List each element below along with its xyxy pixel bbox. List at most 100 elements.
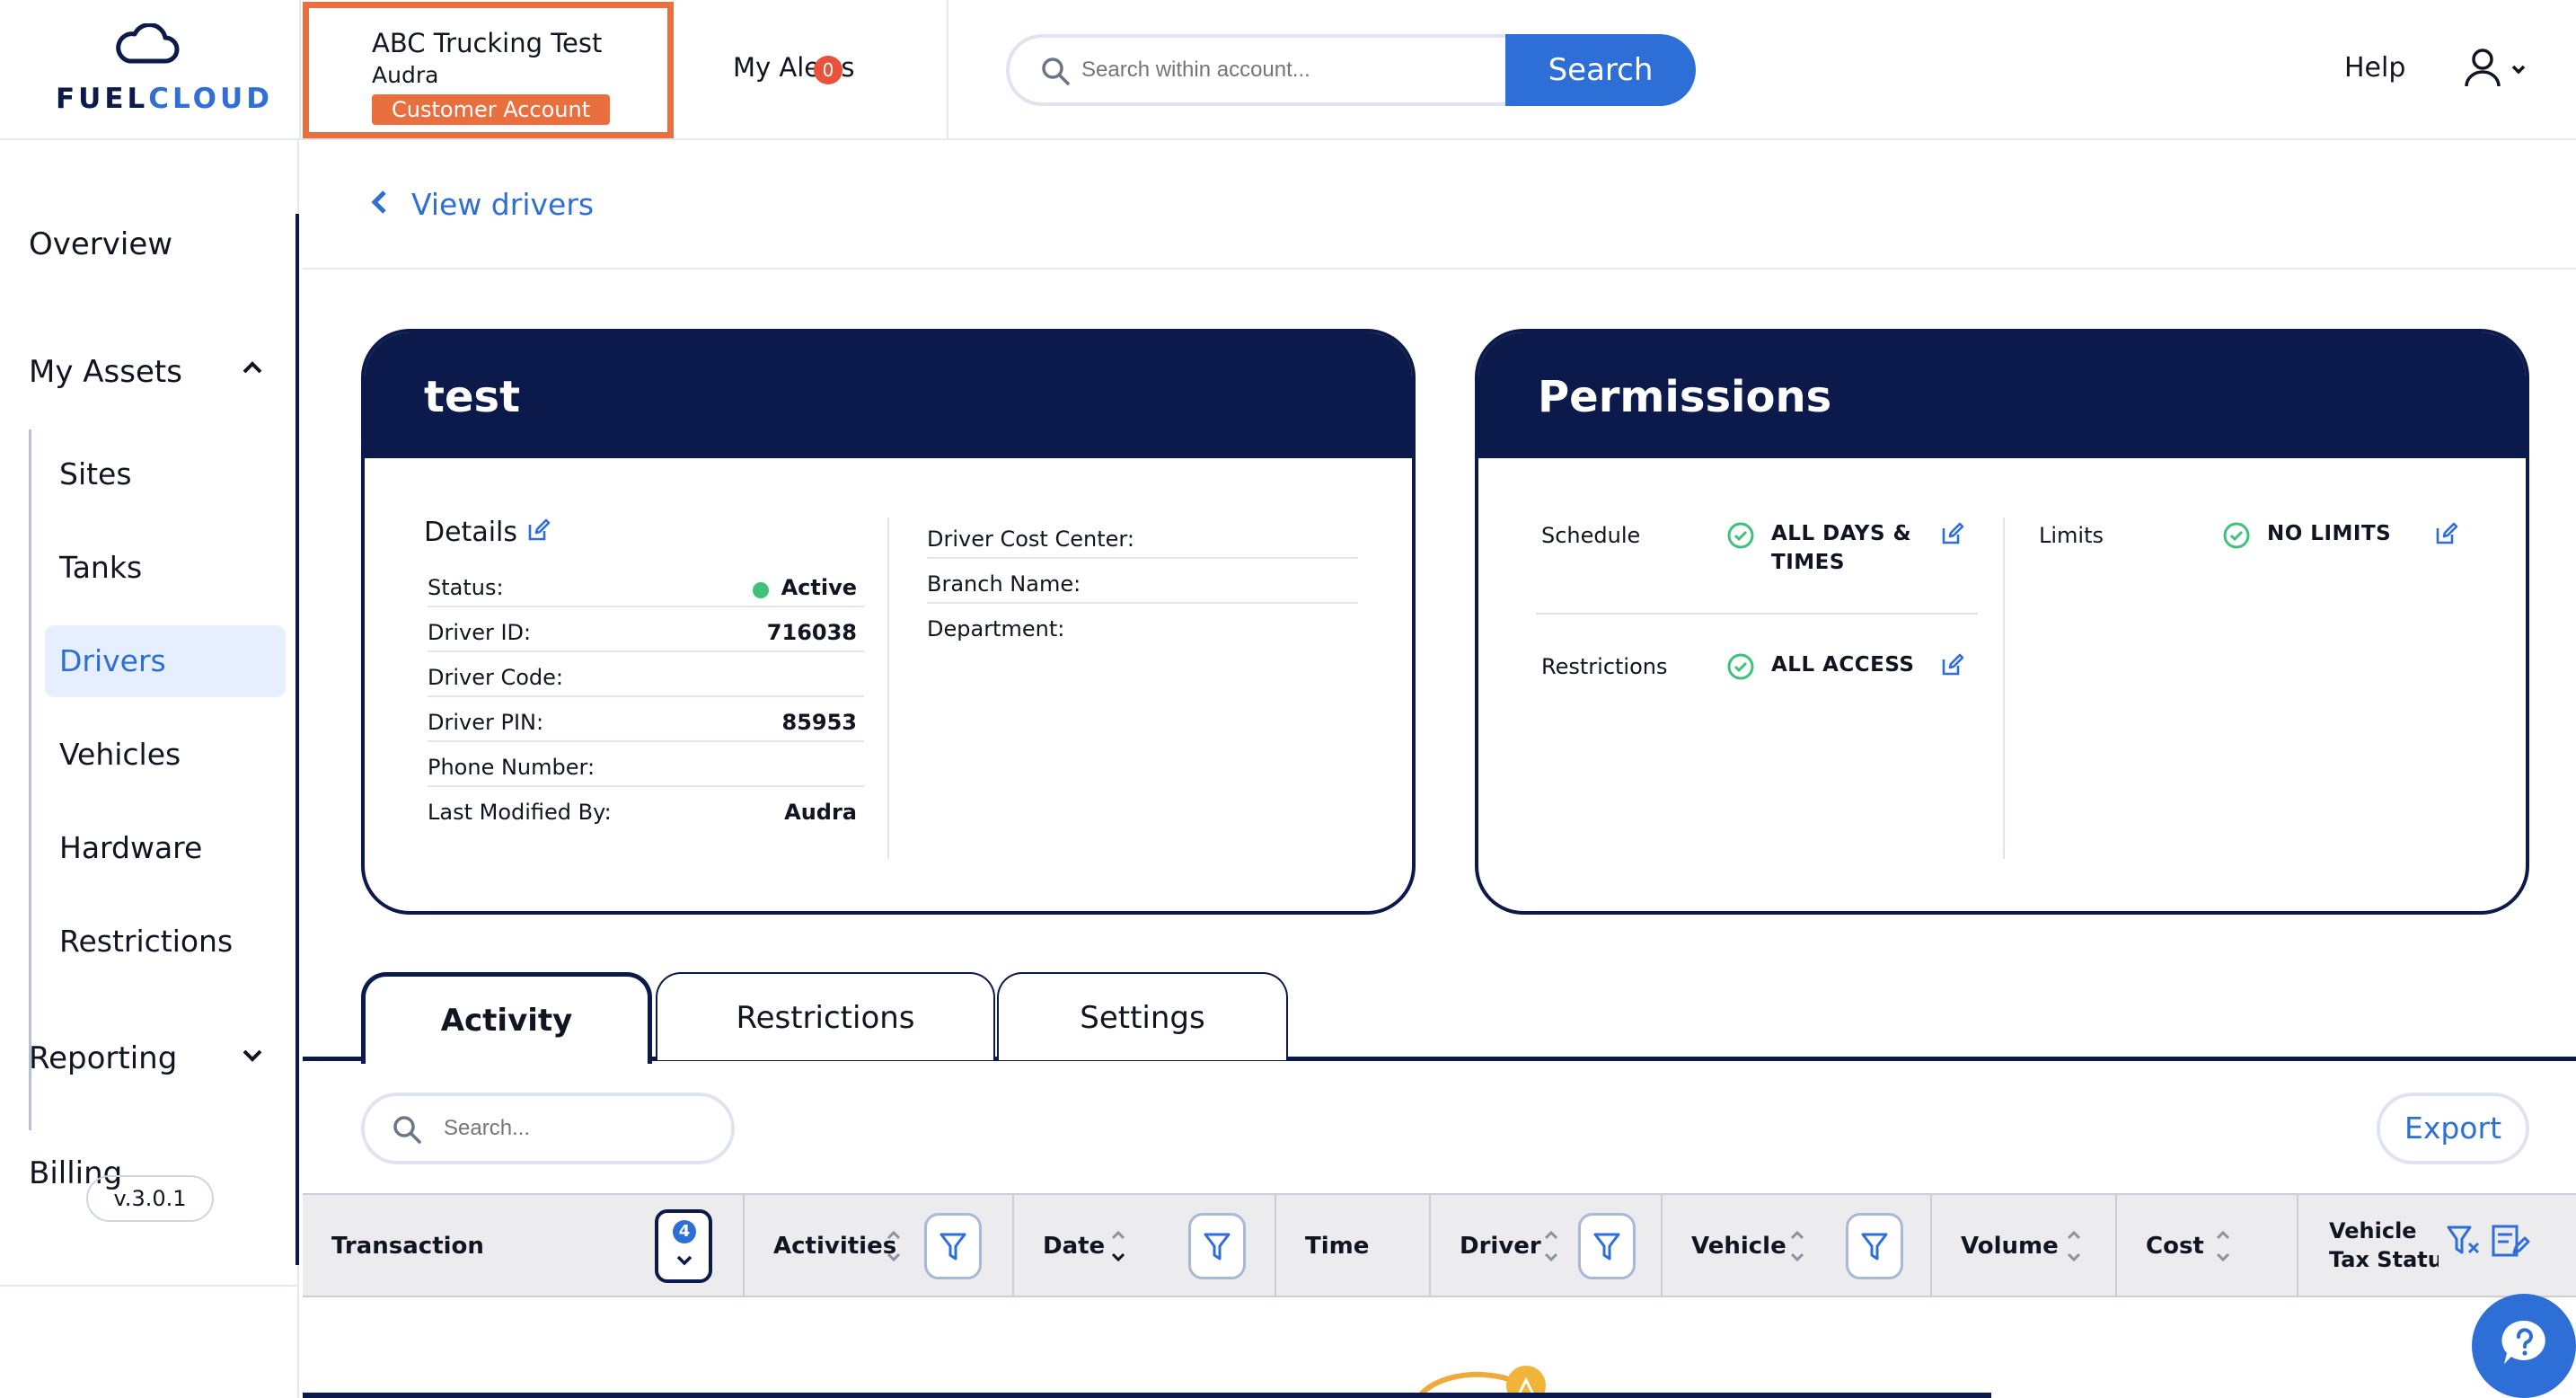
submenu-line bbox=[29, 429, 31, 1130]
column-vehicle-tax-status[interactable]: Vehicle Tax Status bbox=[2298, 1195, 2576, 1296]
tab-restrictions[interactable]: Restrictions bbox=[656, 972, 995, 1060]
sidebar-item-vehicles[interactable]: Vehicles bbox=[59, 737, 181, 772]
edit-restrictions-icon[interactable] bbox=[1940, 652, 1965, 677]
limits-value: NO LIMITS bbox=[2267, 522, 2392, 545]
sort-icon[interactable] bbox=[2065, 1227, 2083, 1265]
filter-icon bbox=[1204, 1233, 1231, 1261]
activity-table-header: Transaction 4 Activities Date Time Drive… bbox=[303, 1193, 2576, 1297]
details-title: Details bbox=[424, 517, 518, 548]
top-bar: FUELCLOUD ABC Trucking Test Audra Custom… bbox=[0, 0, 2576, 140]
account-search-input[interactable] bbox=[1081, 50, 1495, 90]
status-row: Status: Active bbox=[428, 562, 864, 607]
driver-id-value: 716038 bbox=[766, 620, 857, 645]
row-count-selector[interactable]: 4 bbox=[655, 1209, 712, 1283]
edit-schedule-icon[interactable] bbox=[1940, 521, 1965, 546]
chevron-down-icon[interactable] bbox=[241, 1048, 264, 1064]
sort-icon[interactable] bbox=[1542, 1227, 1560, 1265]
sidebar-item-overview[interactable]: Overview bbox=[29, 226, 172, 262]
column-time[interactable]: Time bbox=[1276, 1195, 1431, 1296]
filter-icon bbox=[1861, 1233, 1888, 1261]
column-settings-icon[interactable] bbox=[2491, 1222, 2530, 1261]
driver-card-header: test bbox=[365, 332, 1412, 458]
sidebar: Overview My Assets Sites Tanks Drivers V… bbox=[0, 140, 299, 1398]
column-cost[interactable]: Cost bbox=[2117, 1195, 2298, 1296]
branch-label: Branch Name: bbox=[927, 571, 1081, 597]
row-count-badge: 4 bbox=[673, 1220, 696, 1243]
column-transaction[interactable]: Transaction 4 bbox=[303, 1195, 745, 1296]
permissions-title: Permissions bbox=[1538, 372, 1832, 422]
activities-filter-button[interactable] bbox=[924, 1213, 982, 1279]
check-circle-icon bbox=[2223, 522, 2250, 549]
sidebar-item-my-assets[interactable]: My Assets bbox=[29, 354, 182, 390]
fuelcloud-logo[interactable]: FUELCLOUD bbox=[0, 0, 301, 140]
column-volume[interactable]: Volume bbox=[1932, 1195, 2117, 1296]
sidebar-scrollbar[interactable] bbox=[296, 214, 299, 1265]
status-value: Active bbox=[781, 575, 857, 600]
column-driver-label: Driver bbox=[1460, 1233, 1541, 1260]
vehicle-filter-button[interactable] bbox=[1846, 1213, 1903, 1279]
column-activities[interactable]: Activities bbox=[745, 1195, 1014, 1296]
column-vehicle-label: Vehicle bbox=[1691, 1233, 1786, 1260]
sort-icon[interactable] bbox=[885, 1227, 903, 1265]
filter-icon bbox=[1593, 1233, 1620, 1261]
clear-filters-icon[interactable] bbox=[2446, 1222, 2482, 1261]
user-menu[interactable] bbox=[2463, 47, 2544, 90]
check-circle-icon bbox=[1727, 653, 1754, 680]
sidebar-item-reporting[interactable]: Reporting bbox=[29, 1040, 177, 1076]
help-link[interactable]: Help bbox=[2344, 52, 2405, 84]
sidebar-item-sites[interactable]: Sites bbox=[59, 456, 132, 491]
restrictions-label: Restrictions bbox=[1541, 654, 1668, 679]
permissions-card-header: Permissions bbox=[1478, 332, 2526, 458]
driver-filter-button[interactable] bbox=[1578, 1213, 1636, 1279]
department-row: Department: bbox=[927, 604, 1358, 649]
export-button[interactable]: Export bbox=[2377, 1093, 2529, 1164]
schedule-value-line2: TIMES bbox=[1771, 551, 1845, 574]
permissions-row-divider bbox=[1536, 613, 1978, 615]
help-chat-button[interactable] bbox=[2472, 1294, 2576, 1398]
tab-activity[interactable]: Activity bbox=[361, 972, 652, 1064]
limits-label: Limits bbox=[2039, 523, 2104, 548]
version-badge: v.3.0.1 bbox=[86, 1175, 214, 1222]
column-vehicle[interactable]: Vehicle bbox=[1663, 1195, 1932, 1296]
sort-icon[interactable] bbox=[1109, 1227, 1127, 1265]
driver-card: test Details Status: Active Driver ID: 7… bbox=[361, 329, 1416, 915]
activity-search-input[interactable] bbox=[444, 1109, 713, 1148]
column-transaction-label: Transaction bbox=[331, 1233, 484, 1260]
account-switcher[interactable]: ABC Trucking Test Audra Customer Account bbox=[303, 2, 674, 138]
my-alerts[interactable]: My Alerts 0 bbox=[674, 0, 948, 140]
chevron-down-icon bbox=[676, 1255, 693, 1266]
column-date[interactable]: Date bbox=[1014, 1195, 1276, 1296]
status-dot bbox=[753, 582, 769, 598]
check-circle-icon bbox=[1727, 522, 1754, 549]
search-icon bbox=[393, 1116, 421, 1144]
last-modified-label: Last Modified By: bbox=[428, 800, 612, 825]
restrictions-value: ALL ACCESS bbox=[1771, 653, 1915, 677]
last-modified-value: Audra bbox=[784, 800, 857, 825]
date-filter-button[interactable] bbox=[1188, 1213, 1246, 1279]
phone-label: Phone Number: bbox=[428, 755, 595, 780]
tab-settings[interactable]: Settings bbox=[997, 972, 1288, 1060]
sidebar-item-restrictions[interactable]: Restrictions bbox=[59, 924, 233, 959]
brand-part1: FUEL bbox=[56, 83, 149, 115]
sort-icon[interactable] bbox=[1788, 1227, 1806, 1265]
department-label: Department: bbox=[927, 616, 1065, 641]
search-button[interactable]: Search bbox=[1505, 34, 1696, 106]
column-vehicle-tax-line2: Tax Status bbox=[2329, 1247, 2439, 1272]
column-cost-label: Cost bbox=[2146, 1233, 2204, 1260]
schedule-label: Schedule bbox=[1541, 523, 1641, 548]
account-name: ABC Trucking Test bbox=[372, 28, 603, 58]
edit-details-icon[interactable] bbox=[526, 518, 551, 543]
chevron-up-icon[interactable] bbox=[241, 359, 264, 376]
chevron-left-icon[interactable] bbox=[368, 187, 390, 217]
edit-limits-icon[interactable] bbox=[2434, 521, 2459, 546]
permissions-column-divider bbox=[2003, 518, 2005, 859]
column-driver[interactable]: Driver bbox=[1431, 1195, 1663, 1296]
sidebar-item-drivers[interactable]: Drivers bbox=[59, 643, 166, 678]
sidebar-item-hardware[interactable]: Hardware bbox=[59, 830, 202, 865]
sort-icon[interactable] bbox=[2214, 1227, 2232, 1265]
back-to-drivers-link[interactable]: View drivers bbox=[411, 187, 594, 222]
brand-wordmark: FUELCLOUD bbox=[56, 83, 273, 115]
search-icon bbox=[1042, 58, 1070, 85]
sidebar-item-tanks[interactable]: Tanks bbox=[59, 550, 142, 585]
cost-center-label: Driver Cost Center: bbox=[927, 526, 1134, 552]
